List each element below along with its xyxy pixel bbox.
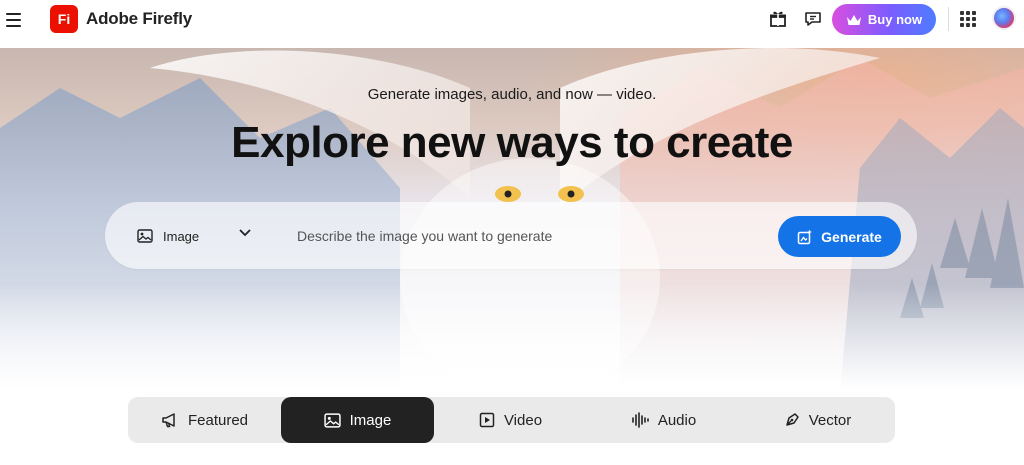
- tab-label: Featured: [187, 411, 249, 429]
- image-icon: [137, 229, 153, 243]
- menu-icon[interactable]: [6, 10, 26, 30]
- tab-label: Video: [503, 411, 543, 429]
- gift-icon[interactable]: [767, 8, 789, 30]
- avatar[interactable]: [992, 6, 1016, 30]
- crown-icon: [846, 14, 861, 25]
- buy-now-label: Buy now: [867, 12, 923, 27]
- firefly-logo[interactable]: Fi: [50, 5, 78, 33]
- tab-featured[interactable]: Featured: [128, 397, 281, 443]
- video-icon: [479, 412, 495, 428]
- generate-button[interactable]: Generate: [778, 216, 901, 257]
- chat-icon[interactable]: [802, 8, 824, 30]
- tab-vector[interactable]: Vector: [740, 397, 895, 443]
- hero-title: Explore new ways to create: [231, 118, 793, 167]
- hero-section: Generate images, audio, and now — video.…: [0, 48, 1024, 394]
- generation-type-label: Image: [163, 228, 200, 244]
- tab-image[interactable]: Image: [281, 397, 434, 443]
- generate-sparkle-icon: [797, 229, 813, 244]
- tab-video[interactable]: Video: [434, 397, 587, 443]
- header-divider: [948, 7, 949, 31]
- hero-subtitle: Generate images, audio, and now — video.: [367, 86, 657, 103]
- prompt-bar: Image Generate: [105, 202, 917, 269]
- chevron-down-icon[interactable]: [239, 229, 251, 237]
- tab-label: Audio: [657, 411, 697, 429]
- app-title[interactable]: Adobe Firefly: [86, 9, 192, 29]
- tab-audio[interactable]: Audio: [587, 397, 740, 443]
- generate-label: Generate: [821, 228, 882, 245]
- generation-type-select[interactable]: Image: [137, 224, 199, 248]
- tab-label: Vector: [808, 411, 852, 429]
- tab-label: Image: [349, 411, 392, 429]
- category-tabs: Featured Image Video Audio Vector: [128, 397, 895, 443]
- pen-icon: [785, 413, 799, 426]
- buy-now-button[interactable]: Buy now: [832, 4, 936, 35]
- hero-fade: [0, 284, 1024, 394]
- image-icon: [323, 412, 341, 428]
- prompt-input[interactable]: [297, 222, 757, 250]
- apps-grid-icon[interactable]: [960, 11, 976, 27]
- megaphone-icon: [162, 413, 175, 428]
- top-bar: Fi Adobe Firefly Buy now: [0, 0, 1024, 46]
- audio-wave-icon: [632, 412, 649, 428]
